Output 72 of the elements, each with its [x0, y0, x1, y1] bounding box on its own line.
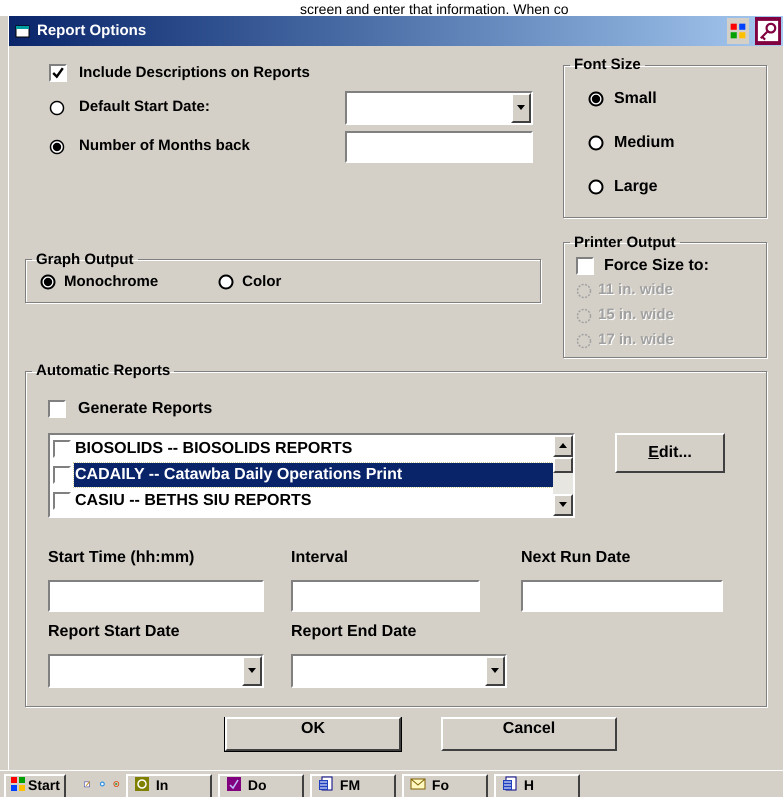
taskbar-button[interactable]: H — [494, 774, 580, 797]
radio-label: Small — [614, 88, 657, 108]
caret-icon — [517, 105, 525, 110]
list-item[interactable]: CADAILY -- Catawba Daily Operations Print — [74, 462, 553, 486]
radio-button[interactable] — [49, 138, 65, 154]
radio-label: Monochrome — [64, 272, 158, 292]
group-title: Printer Output — [573, 232, 677, 252]
checkbox[interactable] — [53, 466, 71, 484]
edit-button[interactable]: Edit... — [615, 432, 725, 472]
key-icon[interactable] — [755, 17, 781, 45]
group-title: Font Size — [573, 55, 642, 75]
radio-button[interactable] — [218, 274, 234, 290]
taskbar-button[interactable]: Do — [218, 774, 304, 797]
radio-label: Number of Months back — [79, 136, 251, 156]
radio-button[interactable] — [40, 274, 56, 290]
window-title: Report Options — [37, 20, 148, 41]
windows-logo-icon — [10, 776, 26, 792]
radio-button[interactable] — [588, 178, 604, 194]
caret-icon — [491, 668, 499, 673]
list-item[interactable]: CASIU -- BETHS SIU REPORTS — [74, 488, 553, 512]
document-text: screen and enter that information. When co — [300, 2, 568, 16]
radio-label: Default Start Date: — [79, 97, 211, 118]
checkbox-label: Include Descriptions on Reports — [79, 63, 310, 83]
clock-icon — [134, 776, 150, 792]
document-icon — [502, 776, 518, 792]
radio-button[interactable] — [588, 134, 604, 150]
date-dropdown[interactable] — [291, 654, 507, 688]
radio-label: Color — [242, 272, 282, 292]
radio-button[interactable] — [49, 100, 65, 116]
radio-label: Large — [614, 176, 658, 196]
caret-icon — [248, 668, 256, 673]
scroll-up-button[interactable] — [553, 434, 573, 456]
date-dropdown[interactable] — [48, 654, 264, 688]
caret-icon — [559, 502, 567, 507]
input-field[interactable] — [291, 580, 480, 612]
dropdown-button[interactable] — [485, 656, 505, 686]
app-icon — [226, 776, 242, 792]
checkbox[interactable] — [49, 64, 67, 82]
radio-button[interactable] — [588, 90, 604, 106]
scrollbar[interactable] — [553, 434, 573, 516]
caret-up-icon — [559, 443, 567, 448]
dropdown[interactable] — [345, 90, 533, 124]
start-button[interactable]: Start — [4, 774, 66, 797]
taskbar-button[interactable]: FM — [310, 774, 396, 797]
input-field[interactable] — [48, 580, 264, 612]
window-icon — [15, 23, 31, 39]
dialog-button[interactable]: Cancel — [441, 716, 617, 750]
scroll-down-button[interactable] — [553, 494, 573, 516]
field-label: Interval — [291, 548, 349, 568]
list-item[interactable]: BIOSOLIDS -- BIOSOLIDS REPORTS — [74, 436, 553, 460]
group-title: Automatic Reports — [35, 361, 172, 381]
field-label: Report End Date — [291, 622, 418, 642]
group-title: Graph Output — [35, 250, 134, 270]
app-grid-icon[interactable] — [727, 18, 749, 44]
envelope-icon — [410, 776, 426, 792]
taskbar-button[interactable]: In — [126, 774, 212, 797]
input-field[interactable] — [345, 130, 533, 162]
checkbox[interactable] — [576, 257, 594, 275]
field-label: Next Run Date — [521, 548, 632, 568]
radio-label: Medium — [614, 132, 674, 152]
field-label: Start Time (hh:mm) — [48, 548, 196, 568]
document-icon — [318, 776, 334, 792]
checkbox-label: Generate Reports — [78, 398, 212, 418]
dropdown-button[interactable] — [242, 656, 262, 686]
scroll-thumb[interactable] — [553, 456, 573, 472]
dropdown-button[interactable] — [511, 92, 531, 122]
checkbox[interactable] — [48, 400, 66, 418]
dialog-button[interactable]: OK — [225, 716, 401, 750]
field-label: Report Start Date — [48, 622, 181, 642]
taskbar-button[interactable]: Fo — [402, 774, 488, 797]
checkbox-label: Force Size to: — [604, 256, 709, 276]
input-field[interactable] — [521, 580, 723, 612]
